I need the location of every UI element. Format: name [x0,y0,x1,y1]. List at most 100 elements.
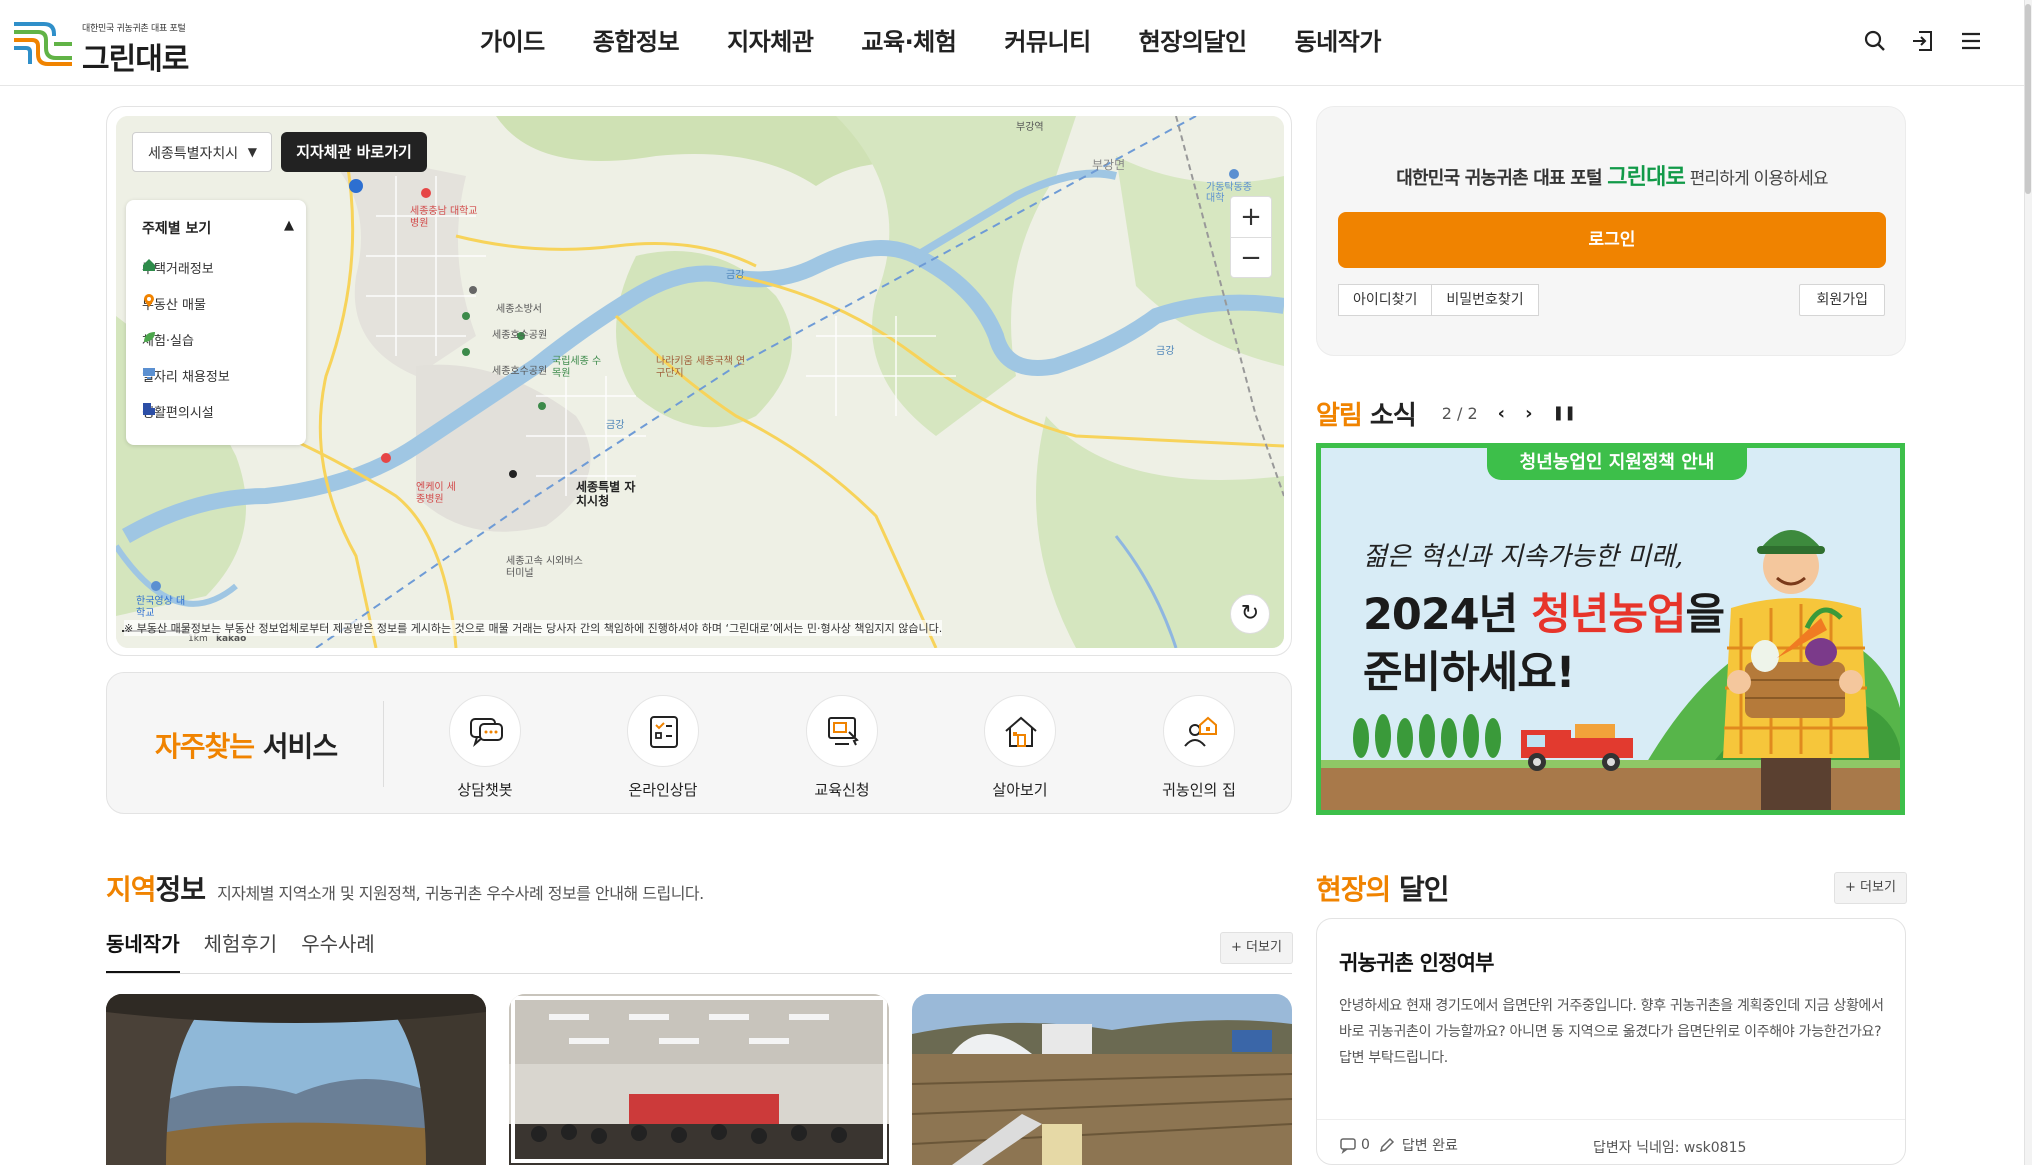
theme-filter-panel: 주제별 보기 ▲ 주택거래정보 부동산 매물 체험·실습 일자리 채용정보 생활… [126,200,306,445]
scrollbar-thumb[interactable] [2025,4,2031,194]
region-info-title: 지역정보 [106,868,206,908]
find-password-button[interactable]: 비밀번호찾기 [1432,284,1539,316]
banner-line2: 준비하세요! [1363,648,1575,698]
house-icon [143,259,155,271]
service-trial-living[interactable]: 살아보기 [960,695,1080,800]
nav-general-info[interactable]: 종합정보 [593,22,680,62]
region-photo-farmland[interactable] [912,994,1292,1165]
frequent-services: 자주찾는 서비스 상담챗봇 온라인상담 교육신청 살아보기 귀농인의 집 [106,672,1292,814]
service-farmer-house-label: 귀농인의 집 [1162,781,1236,799]
notice-banner[interactable]: 청년농업인 지원정책 안내 젊은 혁신과 지속가능한 미래, 2024년 청년농… [1316,443,1905,815]
signup-button[interactable]: 회원가입 [1799,284,1885,316]
services-title-rest: 서비스 [254,730,338,763]
pause-icon[interactable]: ❚❚ [1553,405,1576,421]
notice-title-accent: 알림 [1316,400,1363,431]
theme-experience[interactable]: 체험·실습 [142,330,194,349]
region-map[interactable]: 세종충남 대학교병원 세종소방서 세종호수공원 세종호수공원 국립세종 수목원 … [116,116,1284,648]
region-select[interactable]: 세종특별자치시 ▼ [132,132,272,172]
building-icon [143,403,155,415]
login-msg-pre: 대한민국 귀농귀촌 대표 포털 [1396,168,1608,189]
field-title-rest: 달인 [1390,873,1450,906]
pencil-icon [1379,1137,1394,1153]
house-icon [1005,716,1037,747]
notice-title: 알림 소식 [1316,395,1417,432]
theme-housing[interactable]: 주택거래정보 [142,258,214,277]
services-divider [383,701,384,787]
theme-facilities[interactable]: 생활편의시설 [142,402,214,421]
nav-education[interactable]: 교육·체험 [861,22,956,62]
page-scrollbar[interactable] [2024,0,2032,1165]
login-icon[interactable] [1910,28,1936,54]
service-trial-living-circle [984,695,1056,767]
map-label-arboretum: 국립세종 수목원 [552,356,602,379]
chevron-right-icon[interactable]: › [1525,403,1532,424]
region-info-description: 지자체별 지역소개 및 지원정책, 귀농귀촌 우수사례 정보를 안내해 드립니다… [217,884,704,903]
theme-jobs[interactable]: 일자리 채용정보 [142,366,230,385]
event-hall-photo [509,994,889,1165]
nav-local-writer[interactable]: 동네작가 [1295,22,1382,62]
theme-panel-title: 주제별 보기 [142,221,212,237]
map-label-research-complex: 나라키움 세종국책 연구단지 [656,356,746,379]
region-photo-cave-view[interactable] [106,994,486,1165]
map-label-geumgang-1: 금강 [726,270,745,281]
chevron-down-icon: ▼ [247,145,257,159]
nav-community[interactable]: 커뮤니티 [1004,22,1091,62]
chevron-up-icon[interactable]: ▲ [284,218,294,233]
logo-mark-icon [14,22,72,66]
service-farmer-house[interactable]: 귀농인의 집 [1139,695,1259,800]
location-pin-icon [144,294,154,307]
field-more-button[interactable]: + 더보기 [1834,872,1907,904]
region-select-value: 세종특별자치시 [148,146,239,162]
service-education-label: 교육신청 [814,781,870,799]
zoom-in-button[interactable]: + [1231,197,1271,237]
nav-guide[interactable]: 가이드 [480,22,545,62]
tab-best-practice[interactable]: 우수사례 [301,928,375,974]
nav-field-master[interactable]: 현장의달인 [1139,22,1247,62]
service-online-consult-label: 온라인상담 [628,781,698,799]
banner-line1-pre: 2024년 [1363,590,1532,640]
banner-tag: 청년농업인 지원정책 안내 [1487,448,1747,480]
chevron-left-icon[interactable]: ‹ [1498,403,1505,424]
notice-pager: 2 / 2 [1441,403,1478,423]
theme-real-estate[interactable]: 부동산 매물 [142,294,206,313]
banner-line1-post: 을 [1685,590,1725,640]
map-disclaimer: ※ 부동산 매물정보는 부동산 정보업체로부터 제공받은 정보를 게시하는 것으… [124,620,943,636]
service-chatbot[interactable]: 상담챗봇 [425,695,545,800]
login-card: 대한민국 귀농귀촌 대표 포털 그린대로 편리하게 이용하세요 로그인 아이디찾… [1316,106,1906,356]
qa-card[interactable]: 귀농귀촌 인정여부 안녕하세요 현재 경기도에서 읍면단위 거주중입니다. 향후… [1316,918,1906,1165]
map-refresh-button[interactable]: ↻ [1230,594,1270,634]
logo-wordmark: 그린대로 [82,42,189,77]
chat-bubble-icon [470,718,503,747]
map-zoom-control: + − [1230,196,1272,278]
service-farmer-house-circle [1163,695,1235,767]
notice-title-rest: 소식 [1361,400,1417,431]
banner-subtitle: 젊은 혁신과 지속가능한 미래, [1363,542,1684,572]
tab-local-writer[interactable]: 동네작가 [106,928,180,974]
qa-meta: 0 답변 완료 [1339,1135,1458,1155]
login-button[interactable]: 로그인 [1338,212,1886,268]
nav-local-gov[interactable]: 지자체관 [727,22,814,62]
service-online-consult[interactable]: 온라인상담 [603,695,723,800]
search-icon[interactable] [1862,28,1888,54]
service-chatbot-circle [449,695,521,767]
services-title: 자주찾는 서비스 [155,725,338,765]
tab-experience-review[interactable]: 체험후기 [204,928,278,974]
region-photo-event-hall[interactable] [509,994,889,1165]
go-local-gov-button[interactable]: 지자체관 바로가기 [281,132,427,172]
qa-divider [1317,1119,1905,1120]
map-label-city-hall: 세종특별 자치시청 [576,480,636,508]
region-tabs-divider [106,973,1292,974]
account-links: 아이디찾기 비밀번호찾기 [1338,284,1539,316]
find-id-button[interactable]: 아이디찾기 [1338,284,1433,316]
service-education[interactable]: 교육신청 [782,695,902,800]
banner-headline: 2024년 청년농업을 준비하세요! [1363,586,1725,702]
home-person-icon [1184,716,1217,747]
logo-tagline: 대한민국 귀농귀촌 대표 포털 [82,24,186,34]
zoom-out-button[interactable]: − [1231,237,1271,277]
map-label-lake-park-2: 세종호수공원 [492,366,548,377]
site-logo[interactable]: 대한민국 귀농귀촌 대표 포털 그린대로 [10,16,189,77]
menu-icon[interactable] [1958,28,1984,54]
region-more-button[interactable]: + 더보기 [1220,932,1293,964]
monitor-icon [143,368,155,379]
service-education-circle [806,695,878,767]
